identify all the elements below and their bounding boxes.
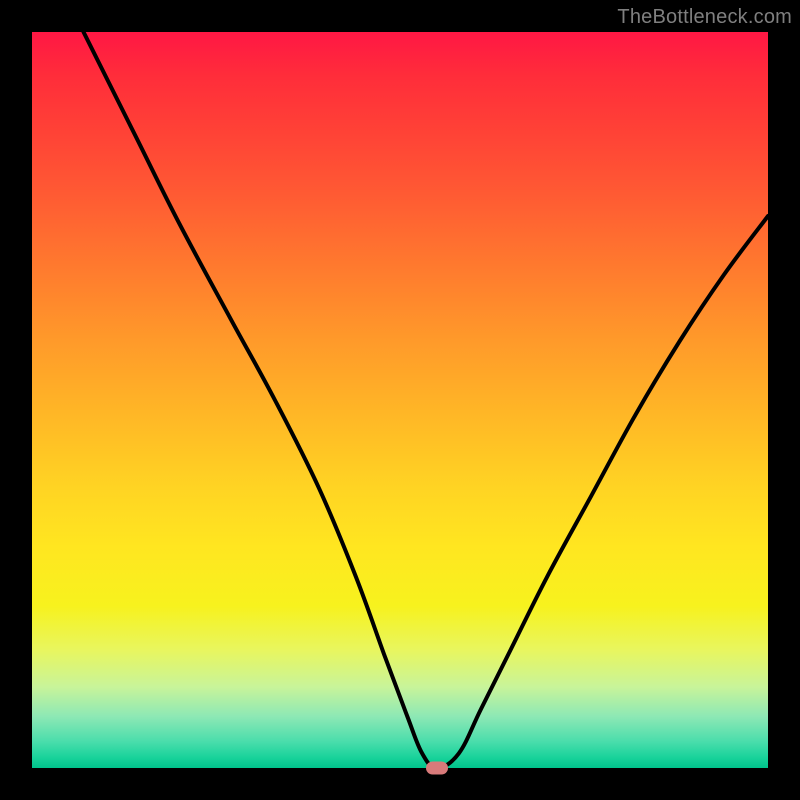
chart-frame: TheBottleneck.com [0, 0, 800, 800]
plot-area [32, 32, 768, 768]
bottleneck-curve-svg [32, 32, 768, 768]
watermark-text: TheBottleneck.com [617, 6, 792, 29]
optimal-marker [426, 762, 448, 775]
bottleneck-curve [84, 32, 768, 768]
